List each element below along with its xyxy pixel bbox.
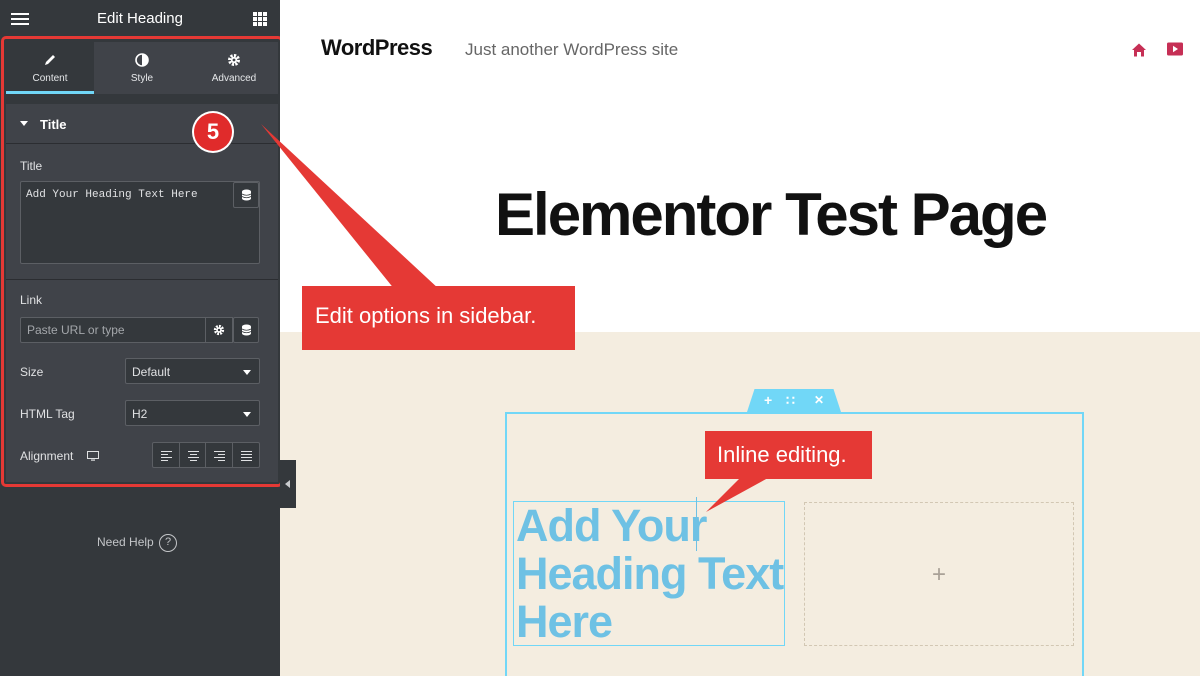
heading-widget[interactable]: Add Your Heading Text Here	[513, 501, 785, 646]
title-textarea-wrap	[20, 181, 260, 264]
site-tagline: Just another WordPress site	[465, 40, 679, 59]
panel-title: Edit Heading	[97, 10, 183, 27]
drag-handle-icon[interactable]: ∷	[786, 392, 795, 409]
size-control-label: Size	[20, 365, 44, 379]
alignment-choices	[152, 442, 260, 468]
align-center-button[interactable]	[180, 443, 206, 467]
chevron-down-icon	[243, 412, 251, 417]
contrast-icon	[135, 53, 149, 67]
widgets-grid-icon[interactable]	[253, 12, 267, 26]
database-icon	[241, 324, 252, 336]
site-title[interactable]: WordPress	[321, 35, 433, 61]
section-title: Title	[40, 117, 67, 132]
dynamic-tags-button[interactable]	[233, 182, 259, 208]
align-justify-button[interactable]	[233, 443, 259, 467]
chevron-down-icon	[243, 370, 251, 375]
html-tag-control-label: HTML Tag	[20, 407, 75, 421]
link-options-button[interactable]	[205, 317, 233, 343]
tab-content[interactable]: Content	[6, 42, 94, 94]
section-toolbar: + ∷ ✕	[747, 389, 841, 412]
panel-divider	[6, 279, 278, 280]
sidebar-callout-text: Edit options in sidebar.	[315, 303, 537, 328]
title-control-label: Title	[20, 159, 43, 173]
title-textarea[interactable]	[21, 182, 233, 263]
step-number-badge: 5	[194, 113, 232, 151]
link-url-input[interactable]	[20, 317, 206, 343]
gear-icon	[213, 324, 225, 336]
empty-column-dropzone[interactable]: +	[804, 502, 1074, 646]
alignment-control-label: Alignment	[20, 449, 74, 463]
pencil-icon	[45, 55, 55, 65]
youtube-icon[interactable]	[1166, 41, 1184, 57]
need-help-link[interactable]: Need Help	[97, 535, 154, 549]
align-left-button[interactable]	[153, 443, 180, 467]
html-tag-select[interactable]: H2	[125, 400, 260, 426]
inline-callout-text: Inline editing.	[717, 442, 847, 467]
align-right-button[interactable]	[206, 443, 233, 467]
gear-icon	[228, 54, 240, 66]
tab-label: Advanced	[211, 73, 257, 84]
add-section-icon[interactable]: +	[764, 392, 772, 408]
caret-down-icon	[20, 121, 28, 126]
chevron-left-icon	[285, 480, 290, 488]
help-circle-icon[interactable]: ?	[159, 534, 177, 552]
link-dynamic-tags-button[interactable]	[233, 317, 259, 343]
database-icon	[241, 189, 252, 201]
panel-tabs: Content Style Advanced	[6, 42, 278, 94]
home-icon[interactable]	[1131, 42, 1147, 58]
add-widget-icon[interactable]: +	[805, 561, 1073, 589]
close-icon[interactable]: ✕	[814, 393, 824, 407]
tab-label: Content	[32, 73, 68, 84]
html-tag-selected-value: H2	[132, 407, 148, 421]
inline-callout: Inline editing.	[705, 431, 872, 479]
link-control-label: Link	[20, 293, 43, 307]
tab-label: Style	[130, 73, 154, 84]
size-select[interactable]: Default	[125, 358, 260, 384]
sidebar-header: Edit Heading	[0, 0, 280, 38]
desktop-device-icon[interactable]	[87, 451, 99, 461]
page-title: Elementor Test Page	[495, 181, 1048, 248]
text-cursor	[696, 497, 697, 551]
section-toggle-title[interactable]: Title	[6, 104, 278, 144]
size-selected-value: Default	[132, 365, 171, 379]
tab-style[interactable]: Style	[98, 42, 186, 94]
tab-advanced[interactable]: Advanced	[190, 42, 278, 94]
collapse-panel-button[interactable]	[280, 460, 296, 508]
heading-inline-text[interactable]: Add Your Heading Text Here	[516, 502, 784, 646]
sidebar-callout: Edit options in sidebar.	[302, 286, 575, 350]
